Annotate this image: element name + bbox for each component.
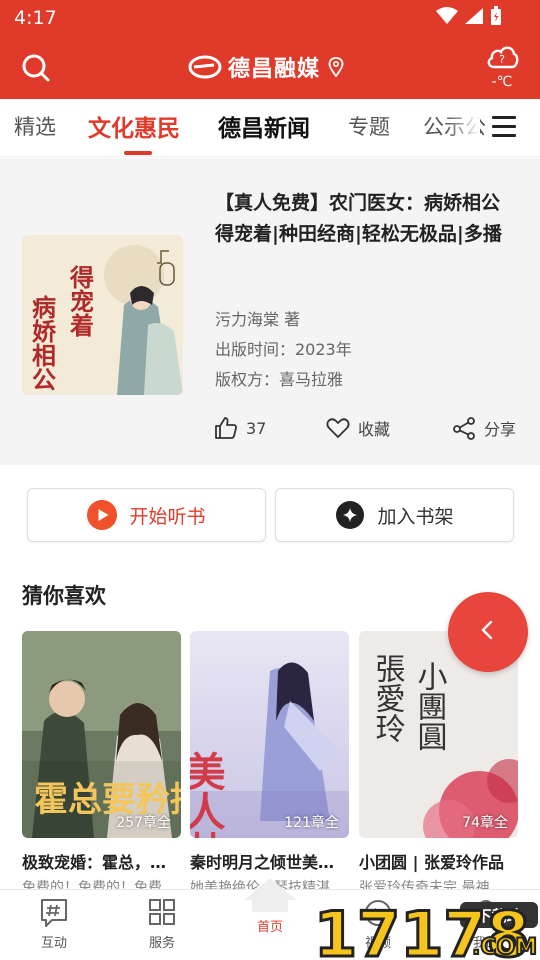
hashtag-chat-icon <box>41 899 67 927</box>
book-title: 【真人免费】农门医女：病娇相公得宠着|种田经商|轻松无极品|多播 <box>215 192 502 245</box>
active-tab-indicator <box>124 151 152 155</box>
heart-icon <box>326 418 350 438</box>
weather-temp: -℃ <box>491 74 513 90</box>
nav-service-label: 服务 <box>148 936 175 951</box>
site-watermark-logo: 下载站 17178 .COM <box>312 896 540 960</box>
chapter-count: 121章全 <box>284 815 339 831</box>
like-count: 37 <box>246 418 267 438</box>
brand-name: 德昌融媒 <box>228 57 321 82</box>
menu-icon <box>492 116 516 119</box>
recommend-cover: 美人劫 121章全 <box>190 631 349 838</box>
app-logo: 德昌融媒 <box>188 50 344 84</box>
search-icon <box>22 54 50 82</box>
book-cover-art: 病娇相公 得宠着 <box>22 235 183 395</box>
share-icon <box>453 417 475 440</box>
recommend-cover-author: 張愛玲 <box>370 653 405 743</box>
book-publish-date: 出版时间：2023年 <box>215 340 352 359</box>
tab-culture[interactable]: 文化惠民 <box>88 109 180 143</box>
chapter-count: 74章全 <box>462 815 508 831</box>
recommend-cover-title: 小團圓 <box>412 661 448 751</box>
start-listening-button[interactable]: 开始听书 <box>27 488 266 542</box>
cover-title-line-2: 得宠着 <box>66 264 95 337</box>
nav-home[interactable]: 首页 <box>230 878 310 935</box>
nav-interact-label: 互动 <box>40 936 67 951</box>
chapter-count: 257章全 <box>116 815 171 831</box>
svg-text:?: ? <box>499 53 505 66</box>
nav-service[interactable]: 服务 <box>122 898 202 951</box>
tab-special[interactable]: 专题 <box>348 111 390 141</box>
book-detail-panel: 病娇相公 得宠着 【真人免费】农门医女：病娇相公得宠着|种田经商|轻松无极品|多… <box>0 158 540 465</box>
recommend-cover-title: 美人劫 <box>190 751 226 838</box>
wifi-icon <box>436 7 458 24</box>
play-icon <box>87 500 118 530</box>
tab-dechang-news[interactable]: 德昌新闻 <box>218 109 310 143</box>
book-copyright: 版权方：喜马拉雅 <box>215 370 344 389</box>
collect-label: 收藏 <box>358 420 391 439</box>
battery-icon <box>491 6 501 25</box>
thumbs-up-icon <box>215 417 237 439</box>
recommend-card[interactable]: 霍总要矜持 257章全 极致宠婚：霍总，要矜持 免费的！免费的！免费 <box>22 631 181 895</box>
tab-fade <box>446 99 480 155</box>
recommend-cover: 霍总要矜持 257章全 <box>22 631 181 838</box>
nav-interact[interactable]: 互动 <box>14 898 94 951</box>
recommend-section-title: 猜你喜欢 <box>22 584 106 608</box>
add-to-shelf-button[interactable]: 加入书架 <box>275 488 514 542</box>
home-icon <box>244 878 296 912</box>
recommend-title: 极致宠婚：霍总，要矜持 <box>22 853 181 872</box>
cover-title-line-1: 病娇相公 <box>28 294 57 391</box>
recommend-title: 小团圆 | 张爱玲作品 <box>359 853 504 872</box>
signal-icon <box>465 8 483 24</box>
share-button[interactable]: 分享 <box>452 416 516 440</box>
app-header: 4:17 德昌融媒 ? -℃ <box>0 0 540 99</box>
collect-button[interactable]: 收藏 <box>326 416 390 440</box>
channel-tabs: 精选 文化惠民 德昌新闻 专题 公示公 <box>0 99 540 157</box>
grid-icon <box>149 899 175 925</box>
recommend-card[interactable]: 美人劫 121章全 秦时明月之倾世美人劫 她美艳绝伦，琴技精湛 <box>190 631 349 895</box>
chevron-left-icon <box>481 620 493 640</box>
weather-widget[interactable]: ? -℃ <box>482 42 522 89</box>
tab-featured[interactable]: 精选 <box>14 111 56 141</box>
add-shelf-icon <box>336 501 365 529</box>
logo-e-icon <box>188 55 222 79</box>
status-icons <box>436 6 502 26</box>
book-author: 污力海棠 著 <box>215 310 301 329</box>
floating-collapse-button[interactable] <box>448 592 528 672</box>
watermark-domain: .COM <box>472 935 537 960</box>
book-cover[interactable]: 病娇相公 得宠着 <box>22 235 183 395</box>
recommend-title: 秦时明月之倾世美人劫 <box>190 853 349 872</box>
share-label: 分享 <box>484 420 517 439</box>
add-to-shelf-label: 加入书架 <box>377 505 454 528</box>
like-button[interactable]: 37 <box>214 416 266 440</box>
status-time: 4:17 <box>14 7 57 29</box>
search-button[interactable] <box>18 50 54 86</box>
book-actions: 37 收藏 分享 <box>0 416 540 446</box>
channel-menu-button[interactable] <box>492 116 518 140</box>
nav-home-label: 首页 <box>256 920 283 935</box>
location-pin-icon[interactable] <box>328 57 344 77</box>
cloud-question-icon: ? <box>487 46 519 69</box>
start-listening-label: 开始听书 <box>129 505 206 528</box>
